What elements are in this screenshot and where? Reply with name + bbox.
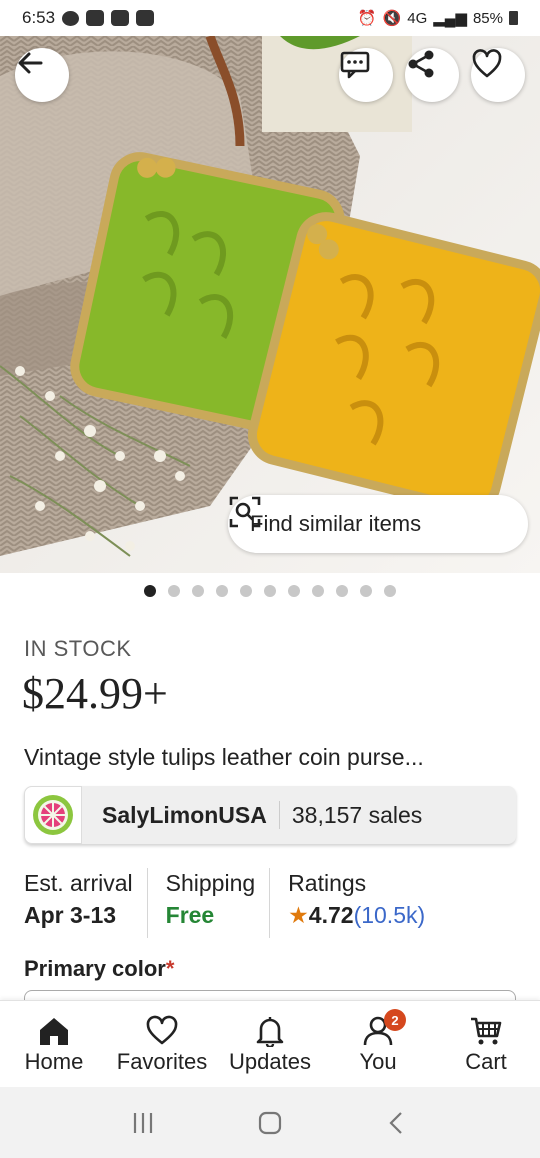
- shop-logo: [24, 786, 82, 844]
- stock-status: IN STOCK: [24, 636, 132, 661]
- delivery-info-row: Est. arrival Apr 3-13 Shipping Free Rati…: [24, 868, 524, 938]
- bell-icon: [256, 1017, 284, 1047]
- shop-divider: [278, 801, 280, 829]
- nav-home-label: Home: [24, 1049, 84, 1074]
- bottom-navigation: Home Favorites Updates 2 You Cart: [0, 1000, 540, 1087]
- nav-home[interactable]: Home: [0, 1001, 108, 1087]
- rating-value: 4.72: [308, 902, 354, 928]
- nav-updates[interactable]: Updates: [216, 1001, 324, 1087]
- video-notification-icon: [136, 10, 155, 26]
- product-image-carousel[interactable]: Find similar items: [0, 36, 540, 573]
- ratings-info[interactable]: Ratings ★4.72(10.5k): [269, 868, 439, 938]
- nav-updates-label: Updates: [229, 1049, 311, 1074]
- favorite-button[interactable]: [471, 48, 525, 102]
- card-notification-icon: [111, 10, 130, 26]
- nav-you[interactable]: 2 You: [324, 1001, 432, 1087]
- visual-search-icon: [229, 496, 261, 528]
- chat-bubble-icon: [340, 51, 370, 79]
- shipping-info[interactable]: Shipping Free: [146, 868, 270, 938]
- carousel-dot[interactable]: [168, 585, 180, 597]
- find-similar-label: Find similar items: [250, 511, 422, 536]
- carousel-dot[interactable]: [216, 585, 228, 597]
- carousel-dot[interactable]: [360, 585, 372, 597]
- home-icon: [40, 1018, 68, 1045]
- message-seller-button[interactable]: [339, 48, 393, 102]
- ratings-label: Ratings: [288, 870, 367, 896]
- product-title[interactable]: Vintage style tulips leather coin purse.…: [24, 744, 524, 771]
- nav-cart-label: Cart: [465, 1049, 507, 1074]
- star-icon: ★: [288, 902, 309, 928]
- alarm-icon: ⏰: [357, 10, 377, 27]
- carousel-dot[interactable]: [312, 585, 324, 597]
- carousel-dot[interactable]: [240, 585, 252, 597]
- status-time: 6:53: [22, 8, 56, 27]
- signal-icon: ▂▄▆: [433, 10, 467, 27]
- nav-favorites-label: Favorites: [116, 1049, 208, 1074]
- cart-icon: [471, 1017, 502, 1045]
- carousel-dot[interactable]: [288, 585, 300, 597]
- mute-icon: 🔇: [382, 10, 402, 27]
- shop-sales-count: 38,157 sales: [291, 801, 423, 828]
- heart-icon: [146, 1015, 178, 1045]
- nav-cart[interactable]: Cart: [432, 1001, 540, 1087]
- network-type: 4G: [407, 9, 428, 27]
- shipping-value: Free: [165, 902, 215, 928]
- share-icon: [408, 50, 434, 78]
- message-notification-icon: [62, 10, 80, 26]
- product-price: $24.99+: [22, 669, 168, 718]
- nav-you-label: You: [359, 1049, 397, 1074]
- arrival-label: Est. arrival: [24, 870, 133, 896]
- primary-color-text: Primary color: [24, 956, 166, 981]
- home-system-button[interactable]: [257, 1110, 283, 1136]
- notification-badge: 2: [384, 1009, 406, 1031]
- estimated-arrival[interactable]: Est. arrival Apr 3-13: [24, 868, 147, 938]
- app-notification-icon: [86, 10, 105, 26]
- arrow-left-icon: [18, 52, 43, 74]
- shop-name: SalyLimonUSA: [102, 801, 267, 828]
- shipping-label: Shipping: [165, 870, 256, 896]
- find-similar-items-button[interactable]: Find similar items: [228, 495, 528, 553]
- carousel-dot[interactable]: [192, 585, 204, 597]
- back-button[interactable]: [15, 48, 69, 102]
- lime-logo-icon: [33, 795, 73, 835]
- primary-color-label: Primary color*: [24, 956, 174, 982]
- recent-apps-button[interactable]: [130, 1110, 156, 1136]
- carousel-dot[interactable]: [384, 585, 396, 597]
- shop-card[interactable]: SalyLimonUSA 38,157 sales: [24, 786, 516, 844]
- carousel-indicator: [0, 585, 540, 597]
- required-marker: *: [165, 956, 175, 981]
- carousel-dot[interactable]: [264, 585, 276, 597]
- heart-icon: [472, 49, 502, 78]
- back-system-button[interactable]: [384, 1110, 410, 1136]
- product-photo: [0, 36, 540, 573]
- rating-count[interactable]: (10.5k): [354, 902, 426, 928]
- carousel-dot[interactable]: [336, 585, 348, 597]
- share-button[interactable]: [405, 48, 459, 102]
- nav-favorites[interactable]: Favorites: [108, 1001, 216, 1087]
- battery-icon: [509, 11, 518, 25]
- status-bar: 6:53 ⏰ 🔇 4G ▂▄▆ 85%: [0, 0, 540, 36]
- carousel-dot[interactable]: [144, 585, 156, 597]
- battery-level: 85%: [472, 9, 503, 27]
- system-navigation-bar: [0, 1087, 540, 1158]
- arrival-value: Apr 3-13: [24, 902, 117, 928]
